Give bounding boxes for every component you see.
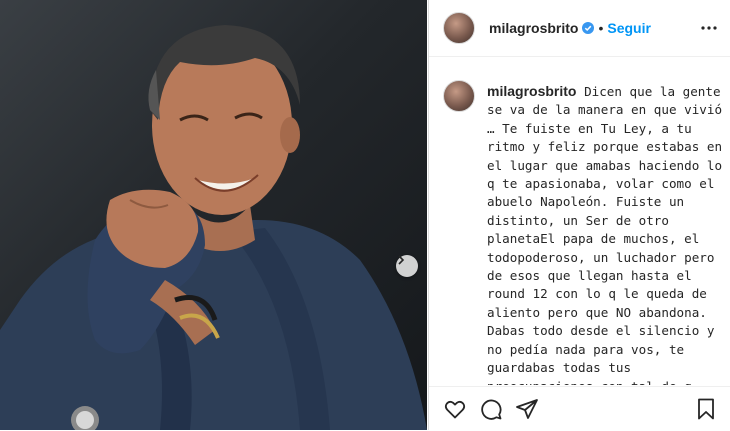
separator-dot: •: [598, 20, 604, 36]
caption: milagrosbrito Dicen que la gente se va d…: [487, 82, 723, 385]
photo-illustration: [0, 25, 427, 430]
username-link[interactable]: milagrosbrito: [489, 20, 578, 36]
more-options-icon: [701, 26, 717, 30]
post-photo[interactable]: [0, 0, 427, 430]
heart-icon[interactable]: [443, 397, 467, 421]
carousel-next-button[interactable]: [396, 255, 418, 277]
caption-avatar[interactable]: [443, 80, 475, 112]
follow-button[interactable]: Seguir: [607, 20, 651, 36]
comment-icon[interactable]: [479, 397, 503, 421]
caption-username-link[interactable]: milagrosbrito: [487, 83, 576, 99]
post-side-panel: milagrosbrito • Seguir milagrosbrito Dic…: [428, 0, 730, 430]
caption-text: Dicen que la gente se va de la manera en…: [487, 84, 723, 385]
verified-badge-icon: [582, 22, 595, 34]
caption-area: milagrosbrito Dicen que la gente se va d…: [429, 72, 730, 385]
avatar[interactable]: [443, 12, 475, 44]
paper-plane-icon[interactable]: [515, 397, 539, 421]
more-options-button[interactable]: [701, 20, 717, 36]
chevron-right-icon: [398, 255, 405, 265]
post-header: milagrosbrito • Seguir: [429, 0, 730, 57]
action-bar: [429, 386, 730, 431]
bookmark-icon[interactable]: [694, 397, 718, 421]
